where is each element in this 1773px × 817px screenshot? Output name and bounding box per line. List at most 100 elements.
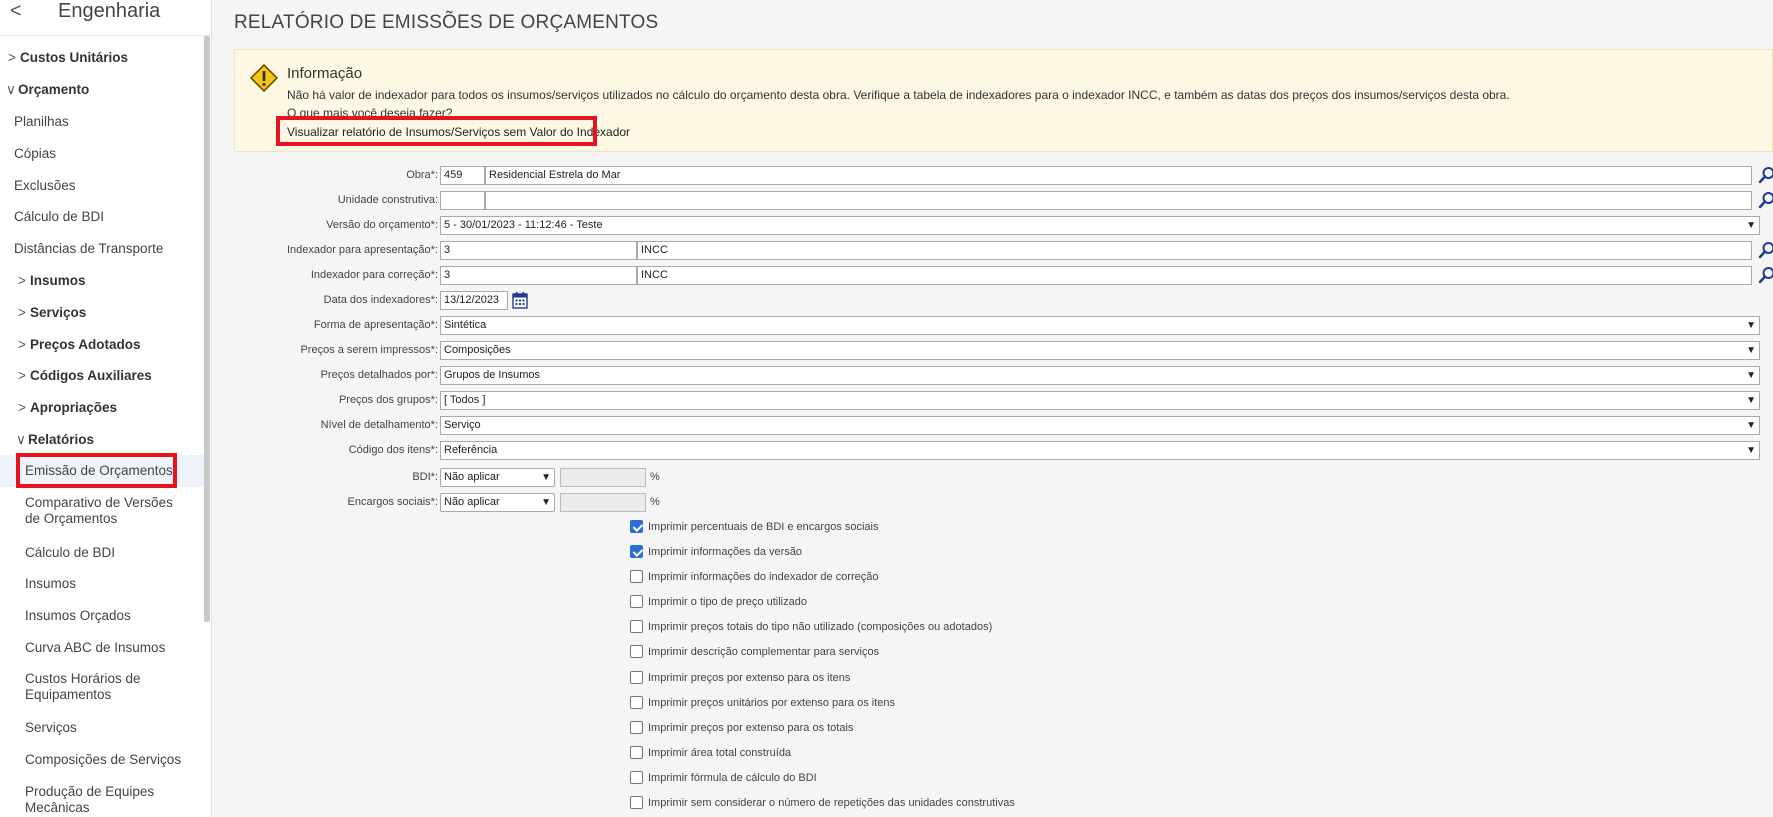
unidade-label: Unidade construtiva: [337,194,438,206]
checkbox[interactable] [630,796,643,809]
search-icon[interactable] [1758,191,1773,209]
chevron-right-icon: > [18,400,26,415]
checkbox[interactable] [630,520,643,533]
indexador-correcao-name-input[interactable]: INCC [637,266,1752,285]
obra-code-input[interactable]: 459 [440,166,485,185]
precos-detalhados-select[interactable]: Grupos de Insumos ▼ [440,366,1760,385]
indexador-correcao-label: Indexador para correção*: [310,269,438,281]
bdi-select[interactable]: Não aplicar ▼ [440,468,555,487]
sidebar-item-codigos-auxiliares[interactable]: > Códigos Auxiliares [18,368,211,384]
data-indexadores-label: Data dos indexadores*: [323,294,438,306]
precos-detalhados-label: Preços detalhados por*: [320,369,438,381]
calendar-icon[interactable] [512,291,528,309]
checkbox[interactable] [630,595,643,608]
highlight-box-sidebar [16,453,177,488]
precos-impressos-select[interactable]: Composições ▼ [440,341,1760,360]
checkbox[interactable] [630,771,643,784]
chevron-left-icon[interactable]: < [10,0,22,22]
highlight-box-link [276,116,597,146]
checkbox[interactable] [630,570,643,583]
unidade-code-input[interactable] [440,191,485,210]
search-icon[interactable] [1758,166,1773,184]
sidebar-item-rel-calculo-bdi[interactable]: Cálculo de BDI [25,545,211,561]
sidebar-item-comparativo-versoes[interactable]: Comparativo de Versões de Orçamentos [25,495,211,527]
sidebar-title: Engenharia [58,0,161,22]
row-precos-detalhados: Preços detalhados por*: Grupos de Insumo… [234,365,1760,385]
encargos-label: Encargos sociais*: [347,496,439,508]
nivel-detalhamento-label: Nível de detalhamento*: [320,419,438,431]
sidebar-item-insumos-orcados[interactable]: Insumos Orçados [25,608,211,624]
chevron-down-icon: ▼ [1746,445,1756,456]
data-indexadores-input[interactable]: 13/12/2023 [440,291,508,310]
checkbox[interactable] [630,721,643,734]
chevron-right-icon: > [18,273,26,288]
row-nivel-detalhamento: Nível de detalhamento*: Serviço ▼ [234,415,1760,435]
obra-name-input[interactable]: Residencial Estrela do Mar [485,166,1752,185]
encargos-select[interactable]: Não aplicar ▼ [440,493,555,512]
info-text: Não há valor de indexador para todos os … [287,88,1510,102]
precos-grupos-select[interactable]: [ Todos ] ▼ [440,391,1760,410]
sidebar-item-producao-equipes[interactable]: Produção de Equipes Mecânicas [25,784,211,816]
obra-label: Obra*: [406,169,438,181]
search-icon[interactable] [1758,241,1773,259]
sidebar-item-custos-horarios[interactable]: Custos Horários de Equipamentos [25,671,211,703]
row-precos-grupos: Preços dos grupos*: [ Todos ] ▼ [234,390,1760,410]
sidebar-item-orcamento[interactable]: ∨ Orçamento [6,82,210,98]
chevron-down-icon: ▼ [1746,220,1756,231]
bdi-percent-input [560,468,646,487]
forma-apresentacao-select[interactable]: Sintética ▼ [440,316,1760,335]
versao-select[interactable]: 5 - 30/01/2023 - 11:12:46 - Teste ▼ [440,216,1760,235]
row-encargos: Encargos sociais*: Não aplicar ▼ % [234,492,1760,512]
checkbox[interactable] [630,645,643,658]
chevron-down-icon: ▼ [1746,370,1756,381]
sidebar-item-exclusoes[interactable]: Exclusões [14,178,211,194]
sidebar-item-copias[interactable]: Cópias [14,146,211,162]
chevron-down-icon: ▼ [1746,420,1756,431]
sidebar-header: < Engenharia [0,0,211,36]
chevron-down-icon: ▼ [541,497,551,508]
checkbox[interactable] [630,620,643,633]
row-bdi: BDI*: Não aplicar ▼ % [234,467,1760,487]
sidebar-item-insumos-group[interactable]: > Insumos [18,273,211,289]
sidebar-item-rel-insumos[interactable]: Insumos [25,576,211,592]
sidebar-item-servicos-group[interactable]: > Serviços [18,305,211,321]
checkbox[interactable] [630,696,643,709]
indexador-apresentacao-code-input[interactable]: 3 [440,241,637,260]
sidebar-item-composicoes-servicos[interactable]: Composições de Serviços [25,752,211,768]
chevron-down-icon: ▼ [1746,320,1756,331]
search-icon[interactable] [1758,266,1773,284]
indexador-correcao-code-input[interactable]: 3 [440,266,637,285]
sidebar: < Engenharia > Custos Unitários ∨ Orçament… [0,0,212,817]
sidebar-item-calculo-bdi[interactable]: Cálculo de BDI [14,209,211,225]
sidebar-item-rel-servicos[interactable]: Serviços [25,720,211,736]
chevron-down-icon: ▼ [1746,345,1756,356]
checkbox[interactable] [630,671,643,684]
bdi-percent-sign: % [650,471,660,483]
sidebar-item-apropriacoes[interactable]: > Apropriações [18,400,211,416]
checkbox[interactable] [630,545,643,558]
row-precos-impressos: Preços a serem impressos*: Composições ▼ [234,340,1760,360]
sidebar-item-curva-abc[interactable]: Curva ABC de Insumos [25,640,211,656]
encargos-percent-sign: % [650,496,660,508]
sidebar-item-custos-unitarios[interactable]: > Custos Unitários [8,50,211,66]
encargos-percent-input [560,493,646,512]
main-content: RELATÓRIO DE EMISSÕES DE ORÇAMENTOS Info… [212,0,1773,817]
sidebar-item-planilhas[interactable]: Planilhas [14,114,211,130]
sidebar-item-distancias-transporte[interactable]: Distâncias de Transporte [14,241,211,257]
sidebar-item-relatorios[interactable]: ∨ Relatórios [16,432,211,448]
sidebar-item-precos-adotados[interactable]: > Preços Adotados [18,337,211,353]
forma-apresentacao-label: Forma de apresentação*: [313,319,438,331]
row-unidade: Unidade construtiva: [234,190,1773,210]
indexador-apresentacao-name-input[interactable]: INCC [637,241,1752,260]
codigo-itens-select[interactable]: Referência ▼ [440,441,1760,460]
checkbox[interactable] [630,746,643,759]
indexador-apresentacao-label: Indexador para apresentação*: [286,244,438,256]
nivel-detalhamento-select[interactable]: Serviço ▼ [440,416,1760,435]
chevron-down-icon: ∨ [16,432,26,447]
chevron-down-icon: ∨ [6,82,16,97]
warning-icon [249,63,279,93]
row-data-indexadores: Data dos indexadores*: 13/12/2023 [234,290,1760,310]
row-obra: Obra*: 459 Residencial Estrela do Mar [234,165,1773,185]
precos-impressos-label: Preços a serem impressos*: [300,344,438,356]
unidade-name-input[interactable] [485,191,1752,210]
